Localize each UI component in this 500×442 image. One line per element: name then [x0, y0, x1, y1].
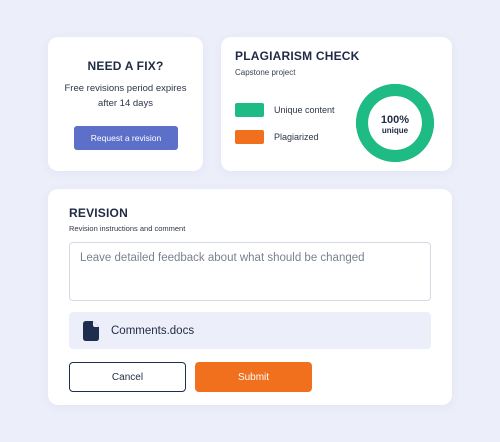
- revision-card: REVISION Revision instructions and comme…: [48, 189, 452, 405]
- file-icon: [83, 320, 99, 341]
- plagiarism-card-title: PLAGIARISM CHECK: [235, 49, 360, 63]
- donut-caption: unique: [382, 126, 409, 135]
- revision-card-subtitle: Revision instructions and comment: [69, 224, 186, 233]
- attachment-item[interactable]: Comments.docs: [69, 312, 431, 349]
- feedback-input[interactable]: [69, 242, 431, 301]
- attachment-file-name: Comments.docs: [111, 324, 195, 337]
- request-revision-button[interactable]: Request a revision: [74, 126, 178, 150]
- plagiarism-card-subtitle: Capstone project: [235, 68, 296, 77]
- need-a-fix-card: NEED A FIX? Free revisions period expire…: [48, 37, 203, 171]
- revision-card-title: REVISION: [69, 206, 128, 220]
- donut-percent-label: 100%: [381, 114, 409, 126]
- cancel-button[interactable]: Cancel: [69, 362, 186, 392]
- legend-item-plagiarized: Plagiarized: [235, 130, 319, 144]
- legend-swatch-unique: [235, 103, 264, 117]
- plagiarism-check-card: PLAGIARISM CHECK Capstone project Unique…: [221, 37, 452, 171]
- legend-item-unique: Unique content: [235, 103, 335, 117]
- legend-label-plagiarized: Plagiarized: [274, 132, 319, 142]
- fix-card-description: Free revisions period expires after 14 d…: [64, 83, 187, 109]
- fix-card-title: NEED A FIX?: [87, 59, 164, 73]
- uniqueness-donut-chart: 100% unique: [356, 84, 434, 162]
- submit-button[interactable]: Submit: [195, 362, 312, 392]
- legend-label-unique: Unique content: [274, 105, 335, 115]
- legend-swatch-plagiarized: [235, 130, 264, 144]
